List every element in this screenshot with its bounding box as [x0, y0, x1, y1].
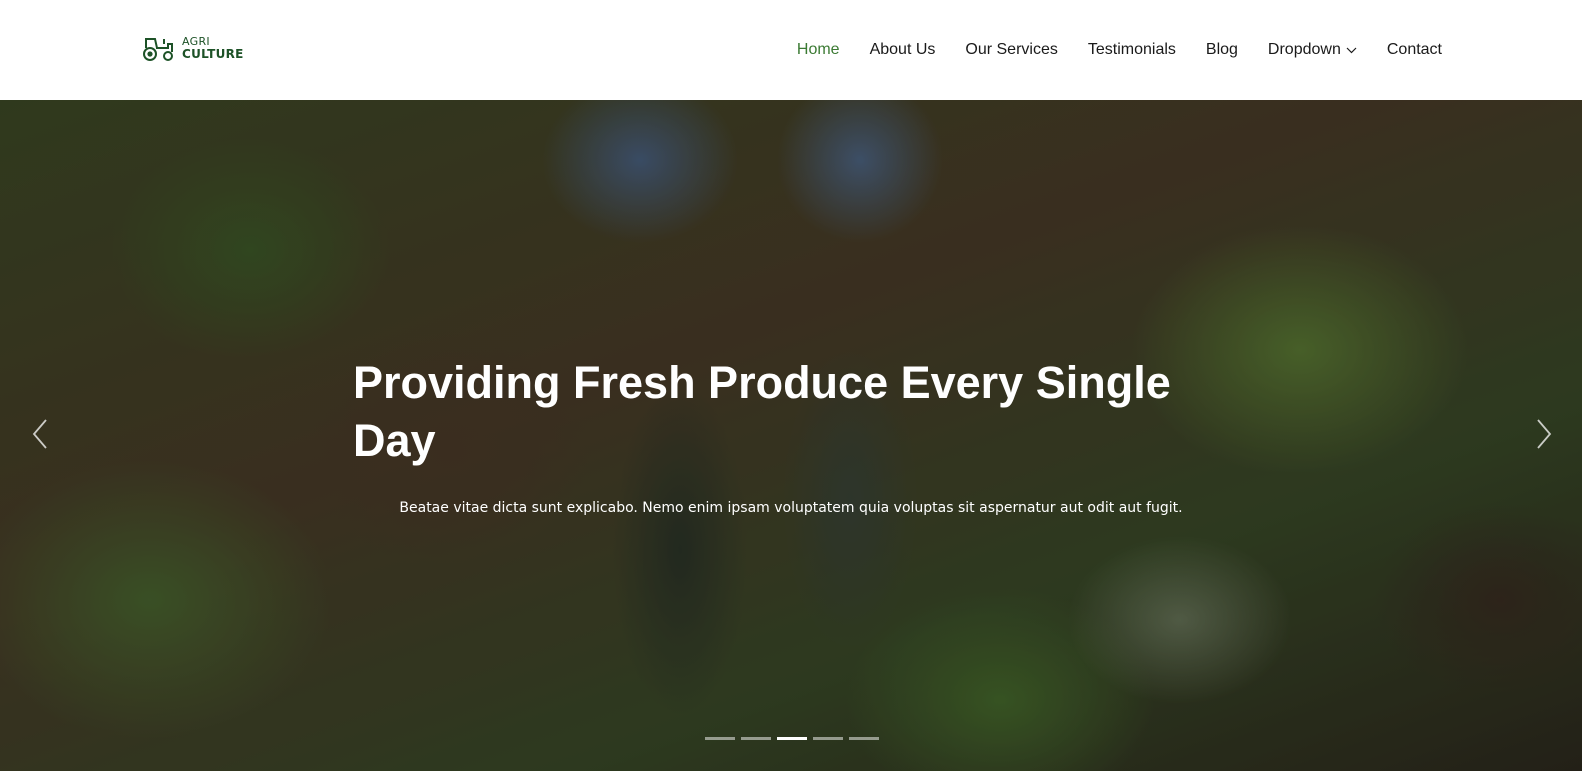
nav-item-testimonials[interactable]: Testimonials — [1088, 41, 1176, 59]
nav-item-dropdown[interactable]: Dropdown — [1268, 41, 1357, 59]
nav-item-contact[interactable]: Contact — [1387, 41, 1442, 59]
carousel-indicator-1[interactable] — [705, 737, 735, 740]
main-nav: Home About Us Our Services Testimonials … — [797, 0, 1442, 100]
chevron-right-icon — [1537, 419, 1552, 449]
hero-description: Beatae vitae dicta sunt explicabo. Nemo … — [399, 500, 1183, 516]
brand-logo[interactable]: AGRI CULTURE — [142, 33, 244, 63]
nav-item-our-services[interactable]: Our Services — [965, 41, 1057, 59]
chevron-down-icon — [1346, 47, 1357, 53]
nav-item-blog[interactable]: Blog — [1206, 41, 1238, 59]
nav-item-dropdown-label: Dropdown — [1267, 41, 1341, 58]
carousel-indicator-4[interactable] — [813, 737, 843, 740]
carousel-indicator-3[interactable] — [777, 737, 807, 740]
nav-item-home[interactable]: Home — [797, 41, 840, 59]
brand-name: AGRI CULTURE — [182, 35, 244, 61]
carousel-next-button[interactable] — [1532, 416, 1556, 452]
carousel-prev-button[interactable] — [28, 416, 52, 452]
chevron-left-icon — [32, 419, 47, 449]
carousel-indicators — [705, 737, 879, 740]
site-header: AGRI CULTURE Home About Us Our Services … — [0, 0, 1582, 100]
carousel-indicator-5[interactable] — [849, 737, 879, 740]
hero-carousel: Providing Fresh Produce Every Single Day… — [0, 100, 1582, 771]
nav-item-about-us[interactable]: About Us — [870, 41, 936, 59]
brand-line2: CULTURE — [182, 47, 244, 61]
hero-title: Providing Fresh Produce Every Single Day — [353, 357, 1171, 466]
carousel-indicator-2[interactable] — [741, 737, 771, 740]
tractor-icon — [143, 38, 173, 61]
